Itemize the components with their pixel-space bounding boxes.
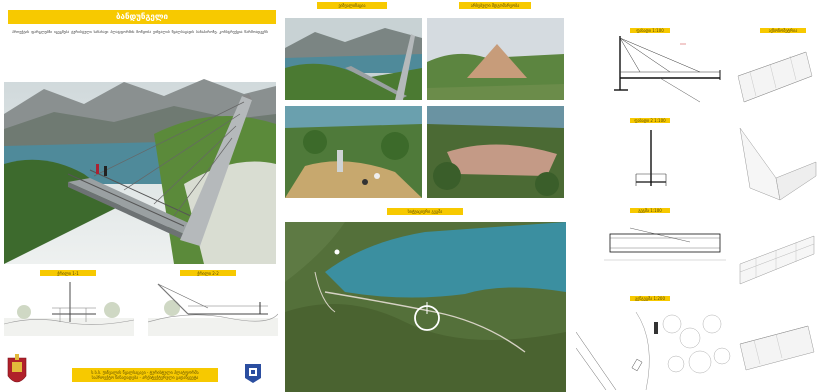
panel-title: ბანდუნგელი: [8, 10, 276, 24]
site-photo-1: [427, 18, 564, 100]
axonometry-drawing-2: [736, 118, 818, 204]
section-1-drawing: [4, 278, 134, 336]
plan-drawing: [600, 218, 730, 268]
aerial-site-map: [285, 222, 566, 392]
site-plan-drawing: [576, 302, 732, 390]
poster-panel-3: ფასადი 1:100 ფასადი 2 1:100 გეგმა 1:100: [570, 0, 820, 392]
side-elevation-label: ფასადი 2 1:100: [630, 118, 670, 123]
poster-panel-1: ბანდუნგელი პროექტის ფარგლებში იგეგმება ტ…: [0, 0, 283, 392]
elevation-label: ფასადი 1:100: [630, 28, 670, 33]
situation-plan-label: სიტუაციური გეგმა: [387, 208, 463, 215]
side-elevation-drawing: [626, 126, 676, 192]
section-2-label: ჭრილი 2-2: [180, 270, 236, 276]
axonometry-label: აქსონომეტრია: [760, 28, 806, 33]
site-plan-label: გენგეგმა 1:200: [630, 296, 670, 301]
render-photo-2: [285, 106, 422, 198]
footer-line-2: საპროექტო წინადადება - არქიტექტურული გად…: [91, 375, 199, 380]
main-render-image: [4, 34, 276, 264]
axonometry-drawing-4: [736, 304, 818, 388]
existing-state-label: არსებული მდგომარეობა: [459, 2, 531, 9]
site-photo-2: [427, 106, 564, 198]
university-crest-logo: [6, 354, 28, 388]
footer-caption: ს.ს.ს. ჟინვალის წყალსაცავი - ტურისტული პ…: [72, 368, 218, 382]
section-1-label: ჭრილი 1-1: [40, 270, 96, 276]
elevation-drawing: [600, 34, 740, 104]
axonometry-drawing-3: [736, 214, 818, 292]
axonometry-drawing-1: [736, 36, 818, 112]
section-2-drawing: [148, 278, 278, 336]
poster-panel-2: ვიზუალიზაცია არსებული მდგომარეობა სიტუაც…: [283, 0, 570, 392]
plan-label: გეგმა 1:100: [630, 208, 670, 213]
faculty-logo: [244, 362, 262, 384]
visualization-label: ვიზუალიზაცია: [317, 2, 387, 9]
render-photo-1: [285, 18, 422, 100]
